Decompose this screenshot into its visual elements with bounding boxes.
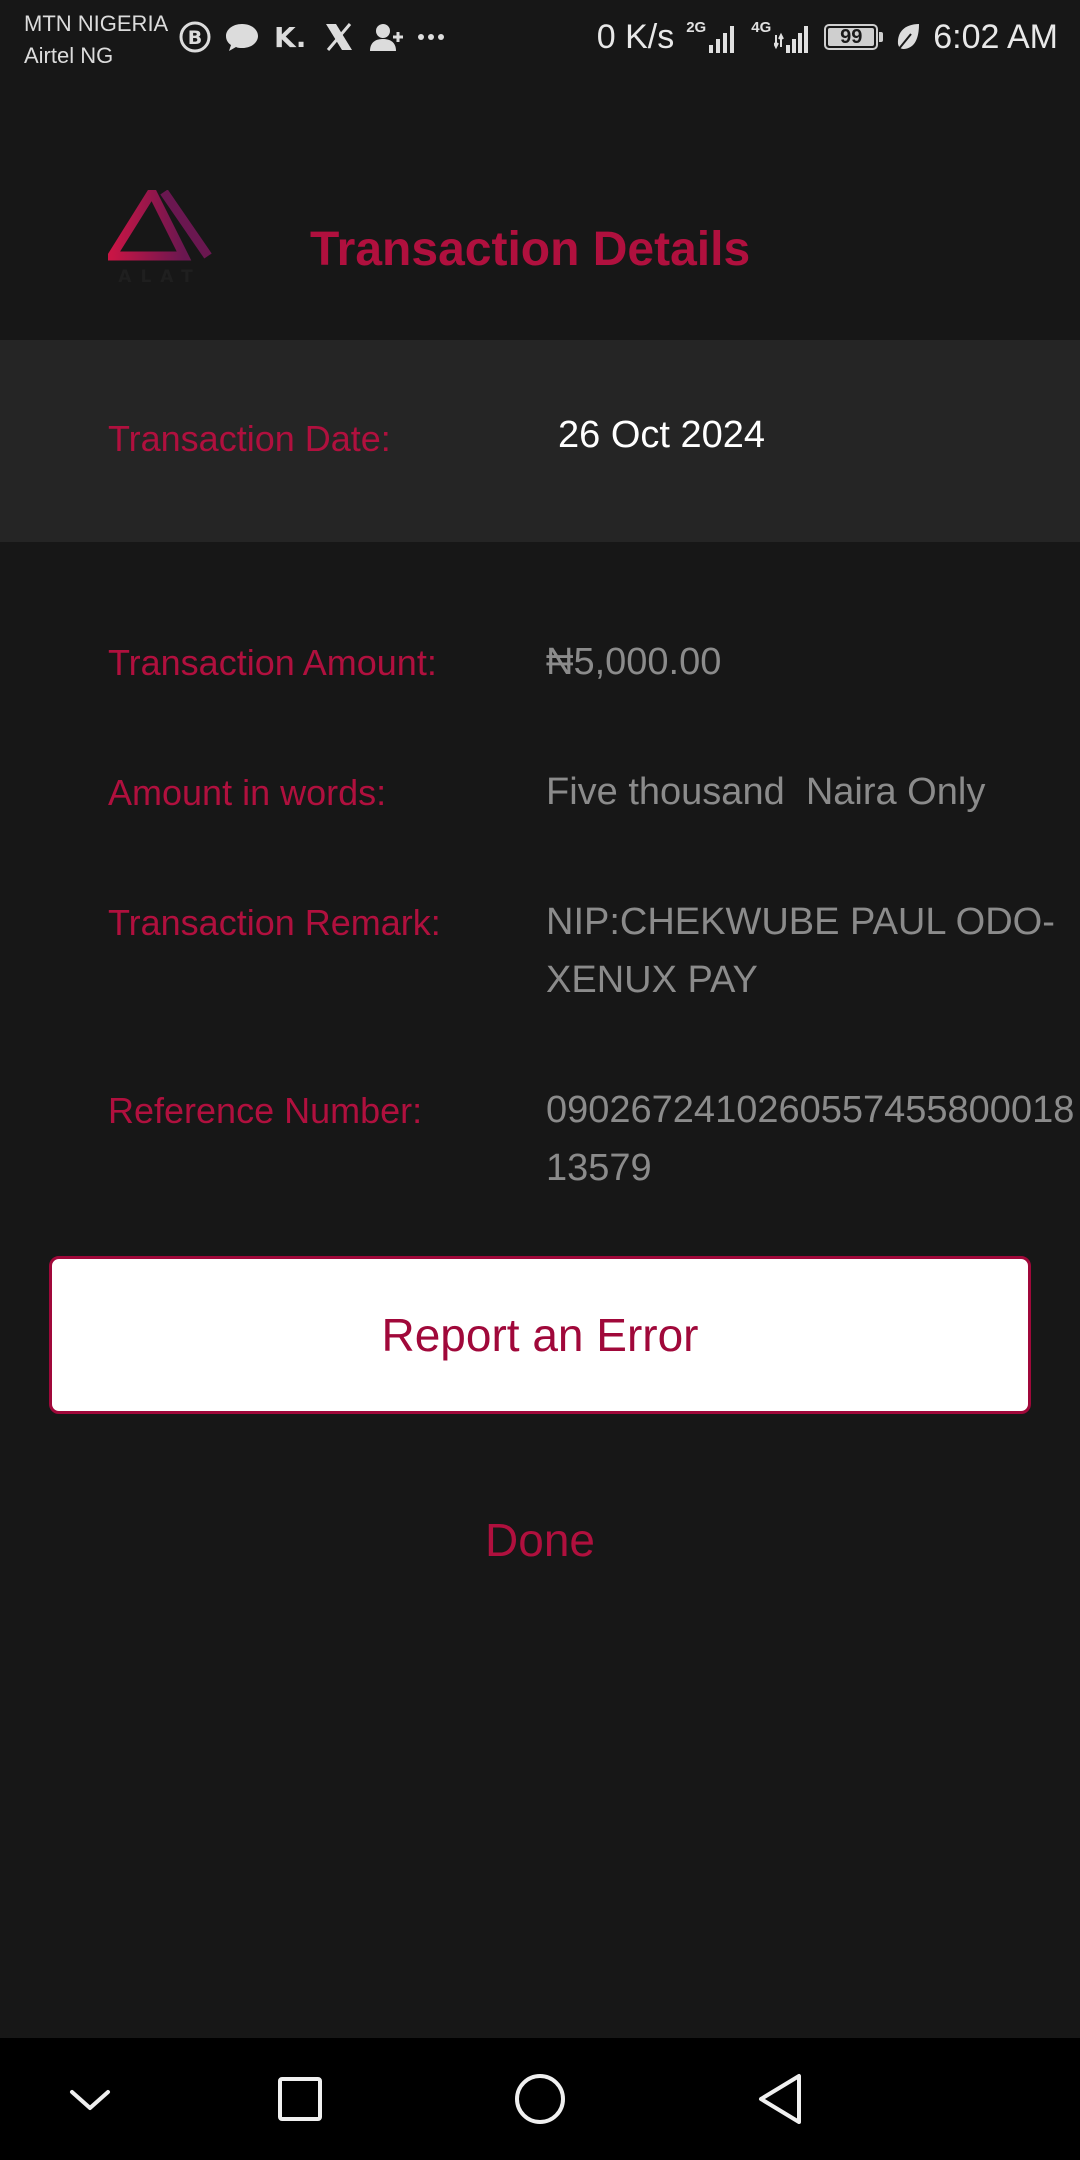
nav-recents-button[interactable] [265,2064,335,2134]
net-speed: 0 K/s [596,17,675,56]
battery-indicator: 99 [824,24,884,50]
transaction-amount-value: ₦5,000.00 [546,641,722,683]
app-header: ALAT Transaction Details [0,80,1080,340]
logo-text: ALAT [118,267,201,287]
page-title: Transaction Details [310,223,751,276]
transaction-remark-label: Transaction Remark: [108,902,441,943]
carrier-2: Airtel NG [24,43,114,68]
transaction-date-value: 26 Oct 2024 [558,414,766,456]
reference-number-label: Reference Number: [108,1090,423,1131]
report-error-button[interactable]: Report an Error [49,1256,1031,1414]
nav-home-button[interactable] [505,2064,575,2134]
square-icon [278,2077,322,2121]
circle-icon [515,2074,565,2124]
amount-in-words-value: Five thousand Naira Only [546,771,986,813]
amount-in-words-label: Amount in words: [108,772,387,813]
alat-logo: ALAT [108,190,212,287]
svg-text:B: B [188,27,202,49]
add-user-icon [370,24,403,51]
status-right: 0 K/s 2G 4G 99 6:02 AM [597,12,1058,62]
net-type-1: 2G [686,19,707,36]
status-bar: MTN NIGERIA Airtel NG B K. 0 K/s 2G 4G 9… [0,0,1080,80]
carrier-1: MTN NIGERIA [24,11,169,36]
signal-2: 4G [751,19,812,53]
nav-collapse-button[interactable] [55,2064,125,2134]
battery-icon: 99 [824,24,879,50]
transaction-remark-value: NIP:CHEKWUBE PAUL ODO-XENUX PAY [546,901,1055,1001]
chat-bubble-icon [226,24,258,51]
carrier-info: MTN NIGERIA Airtel NG [24,8,168,72]
triangle-back-icon [759,2074,801,2124]
b-circle-icon: B [179,21,211,53]
net-type-2: 4G [751,19,772,36]
signal-icon [709,26,735,53]
reference-number-value: 090267241026055745580001813579 [546,1089,1075,1189]
signal-1: 2G [686,19,739,53]
more-dots-icon [418,34,444,40]
notification-icons: B K. [178,14,446,60]
svg-text:K.: K. [274,21,306,54]
transaction-date-row: Transaction Date: 26 Oct 2024 [0,340,1080,542]
k-icon: K. [274,21,306,54]
leaf-icon [897,24,920,51]
x-icon [326,23,352,51]
system-nav-bar [0,2038,1080,2160]
transaction-amount-label: Transaction Amount: [108,642,437,683]
battery-cap [879,32,884,42]
signal-icon [774,26,809,53]
clock: 6:02 AM [933,17,1058,56]
nav-back-button[interactable] [745,2064,815,2134]
transaction-date-label: Transaction Date: [108,418,391,459]
done-button[interactable]: Done [340,1500,740,1580]
battery-text: 99 [840,25,863,48]
chevron-down-icon [70,2090,110,2110]
